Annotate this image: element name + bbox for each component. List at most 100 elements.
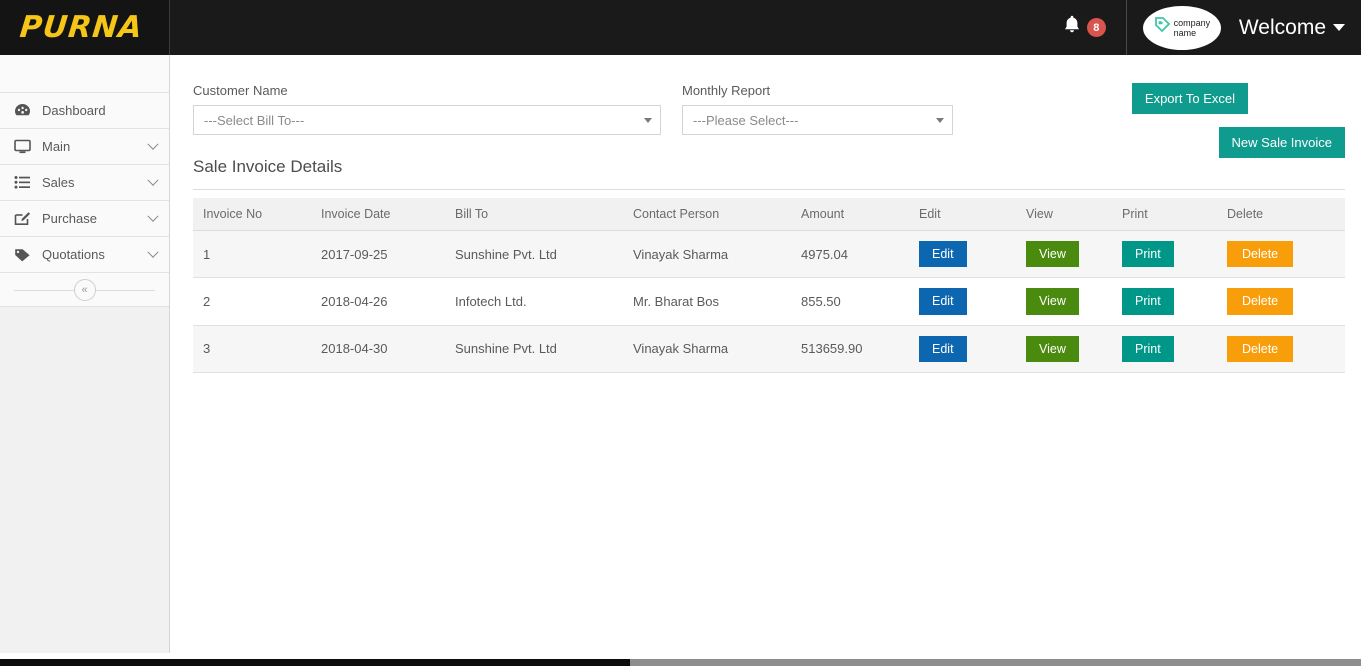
main-content: Customer Name ---Select Bill To--- Month…: [171, 55, 1361, 653]
sidebar-item-label: Quotations: [42, 247, 149, 262]
brand-cell: PURNA: [0, 0, 170, 55]
sidebar-item-quotations[interactable]: Quotations: [0, 237, 169, 273]
cell-edit: Edit: [909, 325, 1016, 372]
notification-badge: 8: [1087, 18, 1106, 37]
company-logo-line2: name: [1174, 28, 1197, 38]
delete-button[interactable]: Delete: [1227, 241, 1293, 267]
edit-button[interactable]: Edit: [919, 288, 967, 314]
cell-view: View: [1016, 231, 1112, 278]
sidebar: Dashboard Main Sales: [0, 55, 170, 653]
column-header-invoice-no: Invoice No: [193, 198, 311, 231]
tag-icon: [14, 247, 36, 262]
page-title: Sale Invoice Details: [193, 157, 1345, 190]
cell-amount: 855.50: [791, 278, 909, 325]
new-sale-invoice-button[interactable]: New Sale Invoice: [1219, 127, 1345, 158]
chevron-down-icon: [149, 175, 157, 190]
pencil-square-icon: [14, 211, 36, 226]
sidebar-item-purchase[interactable]: Purchase: [0, 201, 169, 237]
invoice-table-wrapper: Invoice No Invoice Date Bill To Contact …: [193, 198, 1345, 373]
sidebar-item-label: Purchase: [42, 211, 149, 226]
column-header-bill-to: Bill To: [445, 198, 623, 231]
column-header-delete: Delete: [1217, 198, 1345, 231]
cell-print: Print: [1112, 278, 1217, 325]
column-header-view: View: [1016, 198, 1112, 231]
view-button[interactable]: View: [1026, 336, 1079, 362]
sidebar-item-dashboard[interactable]: Dashboard: [0, 93, 169, 129]
cell-bill-to: Infotech Ltd.: [445, 278, 623, 325]
cell-view: View: [1016, 325, 1112, 372]
chevron-down-icon: [149, 247, 157, 262]
customer-name-select[interactable]: ---Select Bill To---: [193, 105, 661, 135]
company-logo-line1: company: [1174, 18, 1211, 28]
tag-leaf-icon: [1154, 16, 1171, 40]
chevron-down-icon: [936, 118, 944, 123]
export-to-excel-button[interactable]: Export To Excel: [1132, 83, 1248, 114]
customer-name-field: Customer Name ---Select Bill To---: [193, 83, 661, 135]
edit-button[interactable]: Edit: [919, 241, 967, 267]
print-button[interactable]: Print: [1122, 241, 1174, 267]
topbar-right-group: 8 company name Welcome: [1063, 0, 1361, 55]
invoice-table: Invoice No Invoice Date Bill To Contact …: [193, 198, 1345, 373]
monthly-report-label: Monthly Report: [682, 83, 953, 98]
sidebar-item-label: Sales: [42, 175, 149, 190]
top-navbar: PURNA 8: [0, 0, 1361, 55]
table-row[interactable]: 1 2017-09-25 Sunshine Pvt. Ltd Vinayak S…: [193, 231, 1345, 278]
sidebar-collapse-button[interactable]: «: [74, 279, 96, 301]
cell-invoice-date: 2018-04-30: [311, 325, 445, 372]
sidebar-top-spacer: [0, 55, 169, 93]
cell-bill-to: Sunshine Pvt. Ltd: [445, 231, 623, 278]
cell-print: Print: [1112, 231, 1217, 278]
cell-invoice-no: 1: [193, 231, 311, 278]
chevron-down-icon: [1333, 24, 1345, 31]
cell-invoice-no: 2: [193, 278, 311, 325]
column-header-invoice-date: Invoice Date: [311, 198, 445, 231]
cell-contact-person: Vinayak Sharma: [623, 325, 791, 372]
company-logo-text: company name: [1174, 18, 1211, 38]
sidebar-item-sales[interactable]: Sales: [0, 165, 169, 201]
app-root: PURNA 8: [0, 0, 1361, 666]
company-logo[interactable]: company name: [1143, 6, 1221, 50]
monthly-report-select[interactable]: ---Please Select---: [682, 105, 953, 135]
column-header-amount: Amount: [791, 198, 909, 231]
cell-delete: Delete: [1217, 231, 1345, 278]
dashboard-icon: [14, 103, 36, 118]
cell-edit: Edit: [909, 231, 1016, 278]
column-header-print: Print: [1112, 198, 1217, 231]
cell-invoice-date: 2018-04-26: [311, 278, 445, 325]
monthly-report-value: ---Please Select---: [693, 113, 936, 128]
monitor-icon: [14, 139, 36, 154]
cell-amount: 4975.04: [791, 231, 909, 278]
notifications-control[interactable]: 8: [1063, 15, 1106, 40]
sidebar-item-label: Main: [42, 139, 149, 154]
bell-icon[interactable]: [1063, 15, 1081, 40]
delete-button[interactable]: Delete: [1227, 336, 1293, 362]
welcome-label: Welcome: [1239, 16, 1326, 40]
chevron-down-icon: [644, 118, 652, 123]
print-button[interactable]: Print: [1122, 288, 1174, 314]
delete-button[interactable]: Delete: [1227, 288, 1293, 314]
cell-view: View: [1016, 278, 1112, 325]
cell-print: Print: [1112, 325, 1217, 372]
cell-invoice-date: 2017-09-25: [311, 231, 445, 278]
table-row[interactable]: 2 2018-04-26 Infotech Ltd. Mr. Bharat Bo…: [193, 278, 1345, 325]
table-header-row: Invoice No Invoice Date Bill To Contact …: [193, 198, 1345, 231]
welcome-menu[interactable]: Welcome: [1239, 16, 1345, 40]
sidebar-collapse-row: «: [0, 273, 169, 307]
table-body: 1 2017-09-25 Sunshine Pvt. Ltd Vinayak S…: [193, 231, 1345, 373]
table-row[interactable]: 3 2018-04-30 Sunshine Pvt. Ltd Vinayak S…: [193, 325, 1345, 372]
cell-contact-person: Vinayak Sharma: [623, 231, 791, 278]
cell-bill-to: Sunshine Pvt. Ltd: [445, 325, 623, 372]
cell-contact-person: Mr. Bharat Bos: [623, 278, 791, 325]
brand-logo[interactable]: PURNA: [18, 10, 144, 45]
view-button[interactable]: View: [1026, 241, 1079, 267]
bottom-scrollbar[interactable]: [630, 659, 1361, 666]
table-header: Invoice No Invoice Date Bill To Contact …: [193, 198, 1345, 231]
column-header-contact-person: Contact Person: [623, 198, 791, 231]
monthly-report-field: Monthly Report ---Please Select---: [682, 83, 953, 135]
customer-name-value: ---Select Bill To---: [204, 113, 644, 128]
edit-button[interactable]: Edit: [919, 336, 967, 362]
sidebar-item-main[interactable]: Main: [0, 129, 169, 165]
view-button[interactable]: View: [1026, 288, 1079, 314]
cell-delete: Delete: [1217, 325, 1345, 372]
print-button[interactable]: Print: [1122, 336, 1174, 362]
